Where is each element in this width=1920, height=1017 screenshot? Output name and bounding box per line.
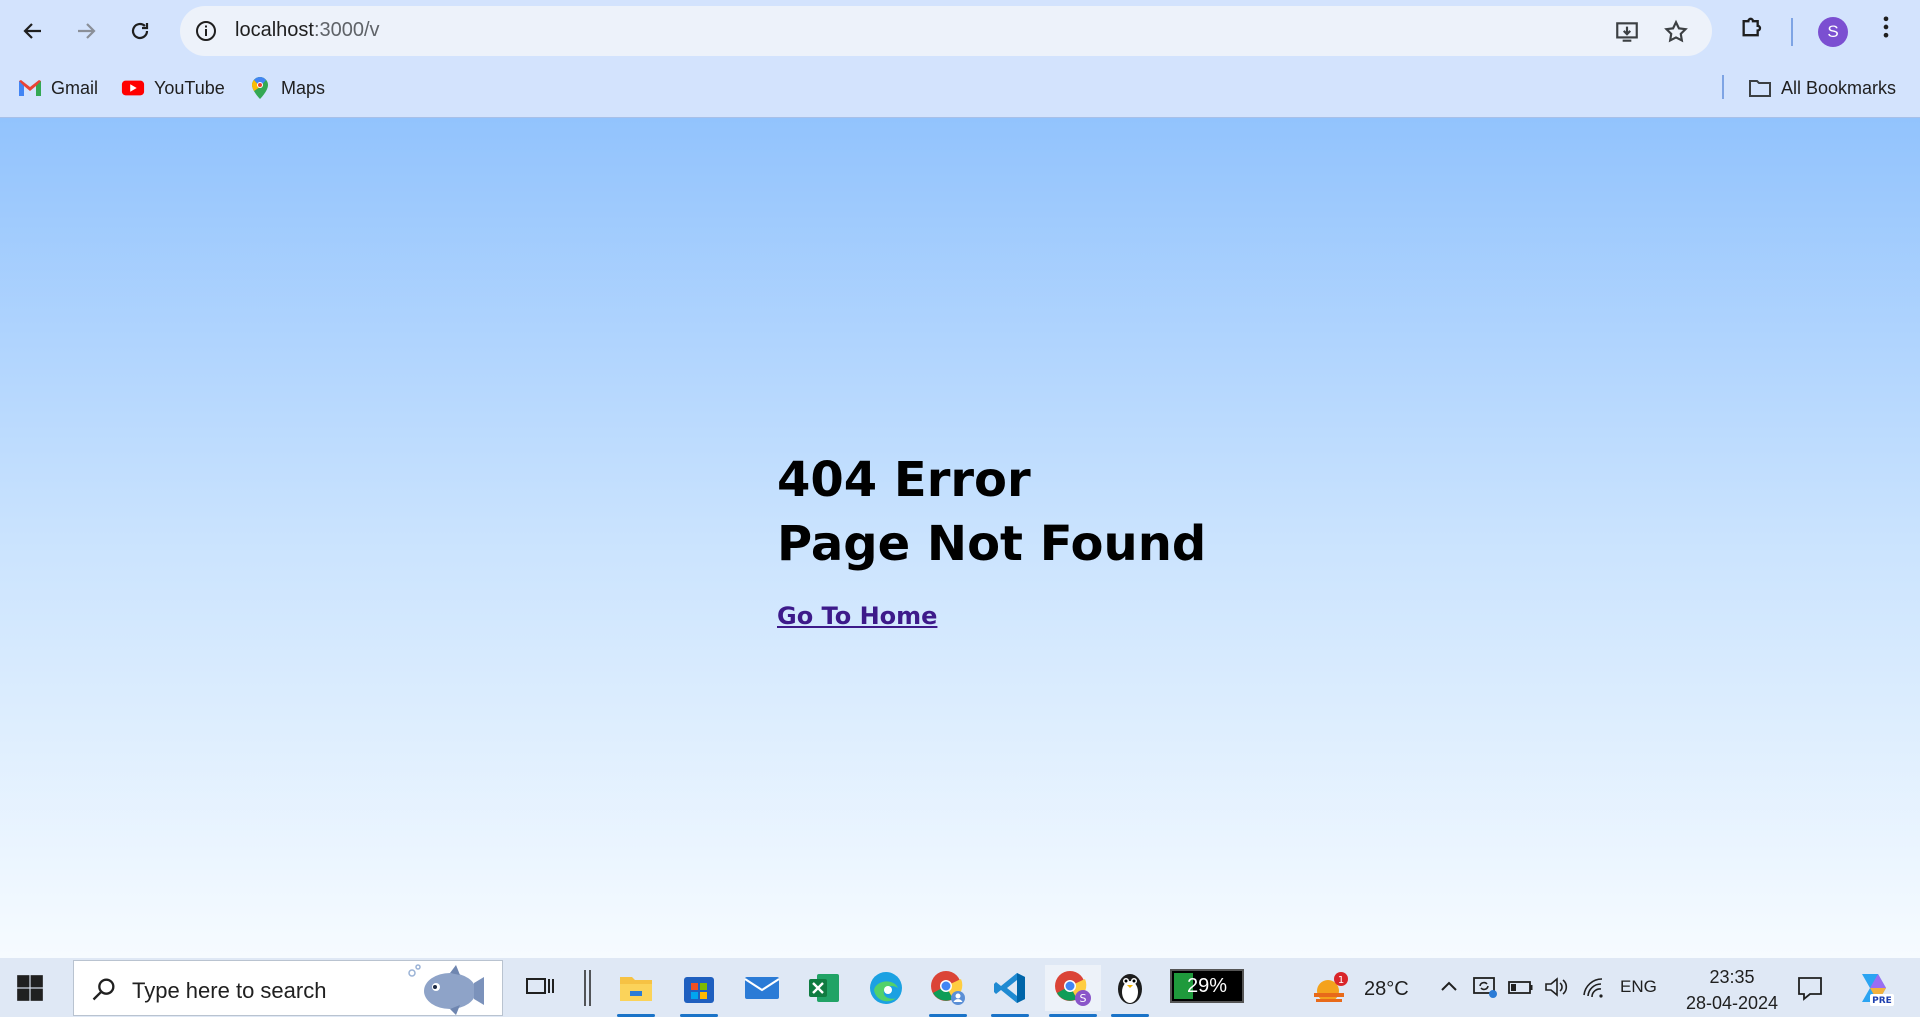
search-placeholder: Type here to search — [132, 978, 327, 1003]
excel-icon — [809, 974, 839, 1002]
bookmark-label: YouTube — [154, 77, 225, 98]
bookmark-maps[interactable]: Maps — [248, 76, 325, 100]
page-viewport: 404 Error Page Not Found Go To Home — [0, 118, 1920, 958]
taskbar-vscode[interactable] — [987, 965, 1033, 1017]
taskbar-mail[interactable] — [739, 965, 785, 1011]
forward-button[interactable] — [68, 13, 104, 49]
windows-start-icon[interactable] — [16, 974, 44, 1002]
url-host: localhost — [235, 19, 314, 41]
store-icon — [684, 977, 714, 1003]
taskbar-edge[interactable] — [863, 965, 909, 1011]
notification-center-icon[interactable] — [1796, 974, 1824, 1002]
battery-icon — [1508, 981, 1533, 994]
taskbar-clock[interactable]: 23:35 28-04-2024 — [1672, 964, 1792, 1016]
reload-icon — [131, 22, 149, 40]
taskbar-search-box[interactable]: Type here to search — [73, 960, 503, 1016]
divider-bars-icon — [584, 970, 591, 1006]
sunfish-illustration-icon — [408, 964, 484, 1015]
taskbar-chrome-profile-s[interactable]: S — [1045, 965, 1101, 1017]
maps-icon — [248, 76, 272, 100]
chrome-icon — [931, 971, 965, 1005]
clock-time: 23:35 — [1709, 967, 1755, 987]
penguin-icon — [1118, 974, 1142, 1004]
mail-icon — [744, 977, 780, 999]
error-subtitle: Page Not Found — [777, 516, 1207, 572]
windows-taskbar: Type here to search S 29% 1 28°C ENG 23:… — [0, 958, 1920, 1017]
taskbar-chrome-profile-1[interactable] — [925, 965, 971, 1017]
task-view-button[interactable] — [517, 965, 563, 1011]
gmail-icon — [18, 76, 42, 100]
search-icon — [92, 978, 115, 1001]
extensions-button[interactable] — [1739, 13, 1767, 41]
weather-sun-icon: 1 — [1314, 972, 1348, 1002]
bookmark-star-icon[interactable] — [1663, 19, 1689, 45]
url-text[interactable]: localhost:3000/v — [235, 19, 380, 42]
install-app-icon[interactable] — [1614, 19, 1640, 45]
all-bookmarks-label: All Bookmarks — [1781, 77, 1897, 98]
tray-sync-app[interactable] — [1472, 974, 1498, 1000]
bookmark-gmail[interactable]: Gmail — [18, 76, 98, 100]
kebab-menu-icon — [1883, 16, 1889, 38]
browser-chrome: localhost:3000/v S Gmail YouTube Maps Al… — [0, 0, 1920, 118]
weather-alert-badge: 1 — [1338, 975, 1344, 986]
youtube-icon — [121, 76, 145, 100]
input-language-indicator[interactable]: ENG — [1620, 977, 1657, 997]
widgets-divider — [565, 965, 611, 1011]
go-home-link[interactable]: Go To Home — [777, 602, 937, 630]
taskbar-microsoft-store[interactable] — [676, 965, 722, 1017]
address-bar[interactable]: localhost:3000/v — [180, 6, 1712, 56]
tray-volume[interactable] — [1544, 974, 1570, 1000]
battery-widget-label: 29% — [1186, 975, 1228, 997]
reload-button[interactable] — [122, 13, 158, 49]
weather-widget[interactable]: 1 28°C — [1310, 971, 1409, 1007]
arrow-left-icon — [23, 23, 41, 39]
chrome-icon: S — [1055, 971, 1091, 1006]
error-title: 404 Error — [777, 452, 1031, 508]
browser-menu-button[interactable] — [1872, 13, 1900, 41]
chrome-profile-badge-letter: S — [1080, 992, 1087, 1005]
tray-battery[interactable] — [1508, 974, 1534, 1000]
file-explorer-icon — [620, 977, 652, 1001]
all-bookmarks-button[interactable]: All Bookmarks — [1748, 76, 1896, 100]
speaker-icon — [1545, 977, 1568, 997]
vscode-icon — [994, 973, 1025, 1003]
task-view-icon — [526, 978, 554, 994]
chevron-up-icon — [1441, 981, 1457, 991]
sync-status-icon — [1473, 977, 1497, 998]
taskbar-excel[interactable] — [801, 965, 847, 1011]
bookmark-label: Gmail — [51, 77, 99, 98]
taskbar-file-explorer[interactable] — [613, 965, 659, 1017]
copilot-icon[interactable]: PRE — [1854, 968, 1894, 1008]
toolbar-separator — [1791, 18, 1793, 46]
battery-percentage-widget[interactable]: 29% — [1170, 969, 1244, 1003]
clock-date: 28-04-2024 — [1685, 993, 1779, 1013]
back-button[interactable] — [15, 13, 51, 49]
url-path: :3000/v — [313, 19, 380, 41]
arrow-right-icon — [78, 23, 96, 39]
copilot-preview-badge: PRE — [1872, 996, 1892, 1006]
tray-network[interactable] — [1581, 974, 1607, 1000]
temperature-label: 28°C — [1364, 977, 1409, 1000]
puzzle-icon — [1742, 17, 1762, 37]
profile-avatar[interactable]: S — [1818, 17, 1848, 47]
site-info-icon[interactable] — [194, 19, 218, 43]
taskbar-penguin-app[interactable] — [1107, 965, 1153, 1017]
edge-icon — [870, 972, 902, 1004]
folder-icon — [1748, 76, 1772, 100]
bookmark-label: Maps — [281, 77, 326, 98]
bookmark-youtube[interactable]: YouTube — [121, 76, 225, 100]
wifi-icon — [1583, 978, 1603, 998]
bookmarks-separator — [1722, 75, 1724, 99]
show-hidden-icons-button[interactable] — [1436, 974, 1462, 1000]
